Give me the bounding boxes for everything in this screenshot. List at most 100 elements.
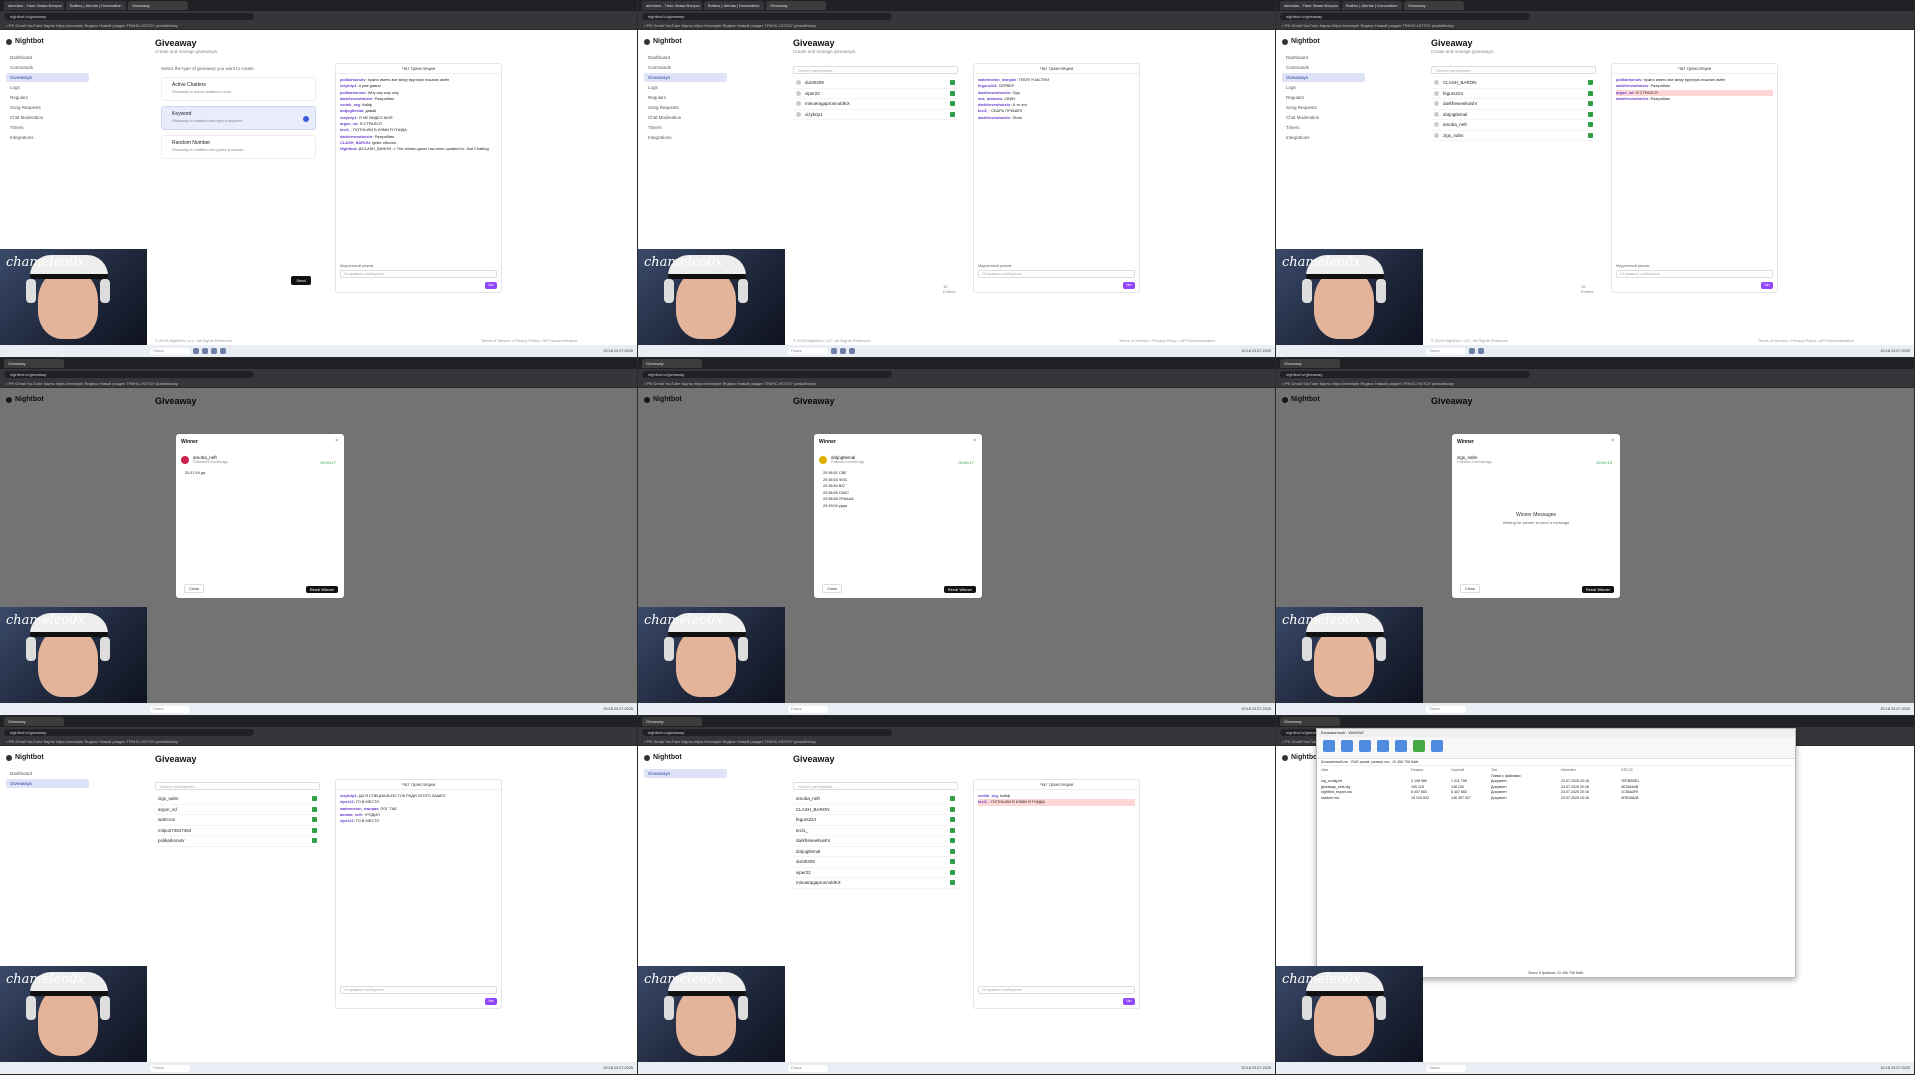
extract-icon[interactable] (1341, 740, 1353, 752)
nav-giveaways[interactable]: Giveaways (1282, 73, 1365, 82)
participant-search-input[interactable]: Search participants... (793, 66, 958, 74)
close-button[interactable]: Close (822, 584, 843, 593)
participant-row[interactable]: CLASH_BARON (1431, 78, 1596, 89)
chat-input[interactable]: Отправить сообщение (978, 270, 1135, 278)
check-icon[interactable] (950, 806, 955, 812)
nav-song-requests[interactable]: Song Requests (6, 103, 89, 112)
participant-row[interactable]: zigs_nahn (155, 794, 320, 805)
taskbar-search[interactable]: Поиск (1426, 1064, 1466, 1072)
check-icon[interactable] (1588, 90, 1593, 96)
check-icon[interactable] (312, 806, 317, 812)
nav-giveaways[interactable]: Giveaways (6, 779, 89, 788)
check-icon[interactable] (950, 90, 955, 96)
nav-commands[interactable]: Commands (6, 63, 89, 72)
participant-row[interactable]: darkfresewhoishr (1431, 99, 1596, 110)
address-input[interactable]: nightbot.tv/giveaway (642, 370, 892, 378)
taskbar-search[interactable]: Поиск (150, 705, 190, 713)
nav-logs[interactable]: Logs (1282, 83, 1365, 92)
participant-row[interactable]: CLASH_BARON (793, 805, 958, 815)
check-icon[interactable] (950, 80, 955, 86)
check-icon[interactable] (950, 859, 955, 865)
address-input[interactable]: nightbot.tv/giveaway (1280, 370, 1530, 378)
app-icon[interactable] (840, 348, 846, 354)
bookmarks-bar[interactable]: • РФ Gmail YouTube Карты https://example… (0, 21, 637, 30)
nav-regulars[interactable]: Regulars (6, 93, 89, 102)
nav-timers[interactable]: Timers (644, 123, 727, 132)
browser-tab-active[interactable]: Giveaway (642, 359, 702, 368)
app-icon[interactable] (211, 348, 217, 354)
footer-links[interactable]: Terms of Service • Privacy Policy • API … (1119, 338, 1215, 343)
delete-icon[interactable] (1395, 740, 1407, 752)
nav-giveaways[interactable]: Giveaways (644, 769, 727, 778)
participant-row[interactable]: fegurs224 (793, 815, 958, 826)
nav-regulars[interactable]: Regulars (1282, 93, 1365, 102)
app-icon[interactable] (1478, 348, 1484, 354)
participant-row[interactable]: dotjogtlemal (793, 847, 958, 857)
nav-logs[interactable]: Logs (644, 83, 727, 92)
taskbar-search[interactable]: Поиск (788, 347, 828, 355)
browser-tab-active[interactable]: Giveaway (642, 717, 702, 726)
close-button[interactable]: Close (184, 584, 205, 593)
check-icon[interactable] (1588, 80, 1593, 86)
footer-links[interactable]: Terms of Service • Privacy Policy • API … (481, 338, 577, 343)
nav-dashboard[interactable]: Dashboard (1282, 53, 1365, 62)
check-icon[interactable] (1588, 111, 1593, 117)
browser-tab-active[interactable]: Giveaway (766, 1, 826, 10)
type-keyword[interactable]: Keyword Giveaway to chatters who type a k… (161, 106, 316, 130)
nav-integrations[interactable]: Integrations (1282, 133, 1365, 142)
participant-row[interactable]: dotjogtlemal (1431, 110, 1596, 120)
participant-row[interactable]: viper22 (793, 89, 958, 99)
taskbar-search[interactable]: Поиск (150, 347, 190, 355)
nav-dashboard[interactable]: Dashboard (644, 53, 727, 62)
nav-timers[interactable]: Timers (6, 123, 89, 132)
browser-tab[interactable]: Войны | Alertas | Donanation (66, 1, 126, 10)
nav-song-requests[interactable]: Song Requests (644, 103, 727, 112)
participant-row[interactable]: fegurs224 (1431, 89, 1596, 99)
bookmarks-bar[interactable]: • РФ Gmail YouTube Карты https://example… (638, 21, 1275, 30)
check-icon[interactable] (950, 101, 955, 107)
nav-commands[interactable]: Commands (644, 63, 727, 72)
check-icon[interactable] (312, 817, 317, 823)
chat-send-button[interactable]: Чат (485, 282, 497, 289)
brand[interactable]: Nightbot (6, 38, 89, 45)
check-icon[interactable] (1588, 122, 1593, 128)
find-icon[interactable] (1413, 740, 1425, 752)
participant-row[interactable]: viper22 (793, 868, 958, 878)
brand[interactable]: Nightbot (644, 754, 727, 761)
check-icon[interactable] (312, 796, 317, 802)
chat-send-button[interactable]: Чат (1123, 998, 1135, 1005)
chat-send-button[interactable]: Чат (1761, 282, 1773, 289)
reroll-button[interactable]: Reroll Winner (305, 586, 338, 593)
address-input[interactable]: nightbot.tv/giveaway (642, 728, 892, 736)
nav-dashboard[interactable]: Dashboard (6, 769, 89, 778)
check-icon[interactable] (950, 880, 955, 886)
chat-send-button[interactable]: Чат (1123, 282, 1135, 289)
nav-integrations[interactable]: Integrations (6, 133, 89, 142)
browser-tab-active[interactable]: Giveaway (4, 717, 64, 726)
participant-row[interactable]: amoba_neft (1431, 120, 1596, 131)
participant-row[interactable]: tecl1_ (793, 826, 958, 836)
bookmarks-bar[interactable]: • РФ Gmail YouTube Карты https://example… (1276, 21, 1914, 30)
check-icon[interactable] (950, 848, 955, 854)
check-icon[interactable] (950, 827, 955, 833)
nav-song-requests[interactable]: Song Requests (1282, 103, 1365, 112)
nav-commands[interactable]: Commands (1282, 63, 1365, 72)
chat-send-button[interactable]: Чат (485, 998, 497, 1005)
check-icon[interactable] (950, 838, 955, 844)
reroll-button[interactable]: Reroll Winner (943, 586, 976, 593)
nav-giveaways[interactable]: Giveaways (644, 73, 727, 82)
bookmarks-bar[interactable]: • РФ Gmail YouTube Карты https://example… (638, 379, 1275, 388)
brand[interactable]: Nightbot (6, 754, 89, 761)
send-button[interactable]: Send (291, 276, 311, 285)
participant-row[interactable]: milpo274647464 (155, 826, 320, 836)
participant-row[interactable]: minoeragapronnoldKX (793, 878, 958, 889)
check-icon[interactable] (312, 838, 317, 844)
address-input[interactable]: nightbot.tv/giveaway (4, 370, 254, 378)
browser-tab-active[interactable]: Giveaway (1280, 717, 1340, 726)
footer-links[interactable]: Terms of Service • Privacy Policy • API … (1758, 338, 1854, 343)
app-icon[interactable] (220, 348, 226, 354)
nav-giveaways[interactable]: Giveaways (6, 73, 89, 82)
participant-row[interactable]: watrcros (155, 815, 320, 826)
browser-tab[interactable]: alexdars - Твои Знаки Вопрос (1280, 1, 1340, 10)
check-icon[interactable] (950, 817, 955, 823)
